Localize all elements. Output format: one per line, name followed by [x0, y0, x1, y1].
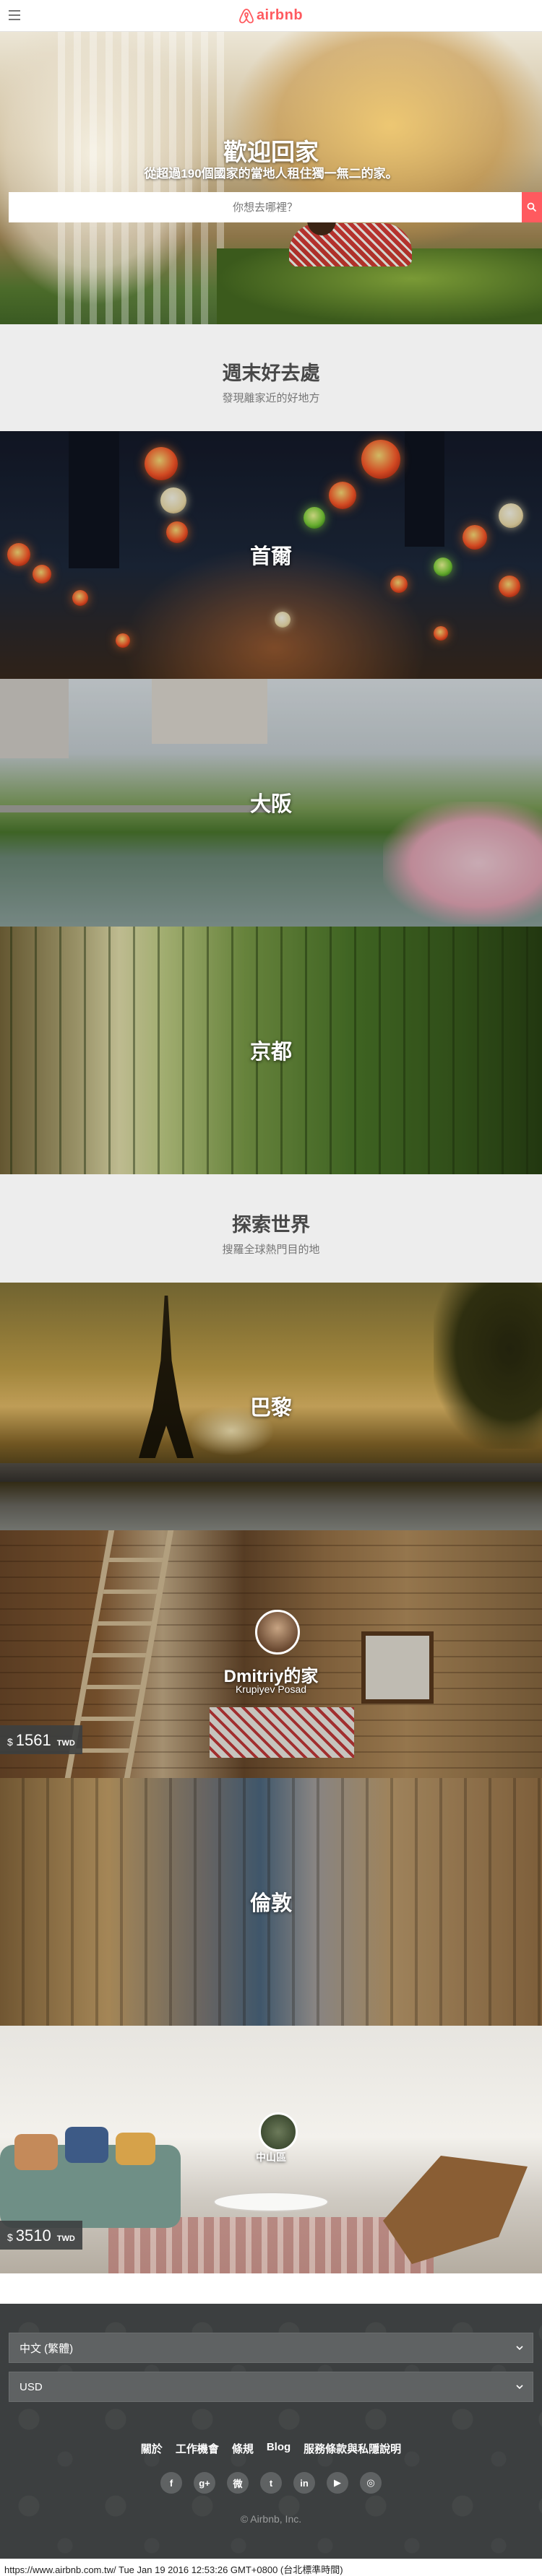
instagram-icon[interactable]: ◎: [360, 2472, 382, 2494]
search-button[interactable]: [522, 192, 542, 222]
destination-search-input[interactable]: [9, 192, 522, 222]
capture-info-line: https://www.airbnb.com.tw/ Tue Jan 19 20…: [4, 2564, 343, 2575]
top-navigation-bar: airbnb: [0, 0, 542, 32]
city-card-paris[interactable]: 巴黎: [0, 1283, 542, 1530]
footer-link-careers[interactable]: 工作機會: [176, 2441, 219, 2456]
price-unit: TWD: [56, 1739, 75, 1748]
city-card-osaka[interactable]: 大阪: [0, 679, 542, 927]
search-bar: [9, 192, 542, 222]
youtube-icon[interactable]: ▶: [327, 2472, 348, 2494]
city-name: 京都: [249, 1041, 292, 1064]
price-amount: 3510: [15, 2226, 51, 2245]
footer-link-blog[interactable]: Blog: [267, 2441, 291, 2456]
hero-subtitle: 從超過190個國家的當地人租住獨一無二的家。: [144, 167, 398, 181]
city-card-kyoto[interactable]: 京都: [0, 927, 542, 1174]
listing-location: Krupiyev Posad: [235, 1683, 307, 1695]
city-name: 大阪: [249, 793, 292, 816]
currency-value: USD: [20, 2380, 43, 2393]
city-name: 倫敦: [249, 1892, 292, 1915]
footer-links: 關於 工作機會 條規 Blog 服務條款與私隱說明: [0, 2441, 542, 2456]
city-card-london[interactable]: 倫敦: [0, 1778, 542, 2026]
facebook-icon[interactable]: f: [160, 2472, 182, 2494]
host-avatar[interactable]: [255, 1610, 300, 1655]
coffee-table: [213, 2192, 329, 2212]
language-value: 中文 (繁體): [20, 2342, 74, 2355]
price-tag: $ 1561 TWD: [0, 1725, 82, 1754]
hero-person: [289, 223, 412, 266]
explore-world-header: 探索世界 搜羅全球熱門目的地: [0, 1174, 542, 1283]
listing-title: 中山區: [256, 2151, 286, 2163]
section-subtitle: 發現離家近的好地方: [222, 392, 320, 404]
section-title: 探索世界: [232, 1214, 310, 1236]
price-unit: TWD: [56, 2234, 75, 2243]
section-title: 週末好去處: [222, 363, 320, 384]
weibo-icon[interactable]: 微: [227, 2472, 249, 2494]
price-currency: $: [7, 1736, 13, 1748]
city-card-seoul[interactable]: 首爾: [0, 431, 542, 679]
footer-link-about[interactable]: 關於: [141, 2441, 163, 2456]
copyright: © Airbnb, Inc.: [240, 2513, 302, 2525]
hero-title: 歡迎回家: [223, 139, 319, 165]
price-tag: $ 3510 TWD: [0, 2221, 82, 2250]
price-amount: 1561: [15, 1731, 51, 1749]
section-subtitle: 搜羅全球熱門目的地: [222, 1244, 320, 1256]
footer: 中文 (繁體) USD 關於 工作機會 條規 Blog 服務條款與私隱說明 f …: [0, 2304, 542, 2559]
hero-section: 歡迎回家 從超過190個國家的當地人租住獨一無二的家。: [0, 32, 542, 324]
city-name: 巴黎: [249, 1397, 292, 1420]
social-links: f g+ 微 t in ▶ ◎: [0, 2472, 542, 2494]
weekend-getaways-header: 週末好去處 發現離家近的好地方: [0, 324, 542, 431]
linkedin-icon[interactable]: in: [293, 2472, 315, 2494]
google-plus-icon[interactable]: g+: [194, 2472, 215, 2494]
brand-name: airbnb: [256, 7, 304, 23]
hamburger-menu-icon[interactable]: [9, 10, 20, 20]
currency-select[interactable]: USD: [9, 2372, 533, 2402]
listing-card-cabin[interactable]: Dmitriy的家 Krupiyev Posad $ 1561 TWD: [0, 1530, 542, 1778]
language-select[interactable]: 中文 (繁體): [9, 2333, 533, 2363]
footer-link-policies[interactable]: 條規: [232, 2441, 254, 2456]
listing-card-living-room[interactable]: 中山區 $ 3510 TWD: [0, 2026, 542, 2273]
city-name: 首爾: [249, 545, 292, 568]
price-currency: $: [7, 2232, 13, 2243]
twitter-icon[interactable]: t: [260, 2472, 282, 2494]
chevron-down-icon: [516, 2385, 523, 2390]
chevron-down-icon: [516, 2346, 523, 2351]
search-icon: [527, 202, 537, 212]
airbnb-logo[interactable]: airbnb: [239, 7, 303, 24]
airbnb-belo-icon: [239, 8, 254, 23]
host-avatar[interactable]: [259, 2112, 298, 2151]
footer-link-terms-privacy[interactable]: 服務條款與私隱說明: [304, 2441, 401, 2456]
